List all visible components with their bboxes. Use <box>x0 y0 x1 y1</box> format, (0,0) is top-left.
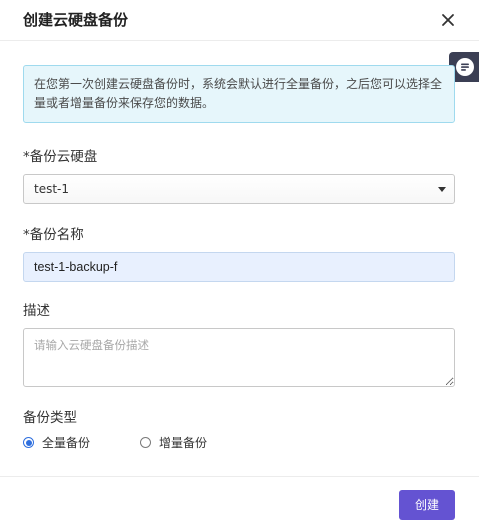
dialog-footer: 创建 <box>0 476 479 532</box>
close-icon <box>442 14 454 26</box>
create-volume-backup-dialog: 创建云硬盘备份 在您第一次创建云硬盘备份时，系统会默认进行全量备份，之后您可以选… <box>0 0 479 532</box>
description-textarea[interactable] <box>23 328 455 387</box>
dialog-title: 创建云硬盘备份 <box>23 11 129 29</box>
volume-label: *备份云硬盘 <box>23 149 98 165</box>
backup-type-label: 备份类型 <box>23 410 77 426</box>
volume-select[interactable]: test-1 <box>23 174 455 204</box>
chat-bubble-icon <box>456 58 474 76</box>
radio-unchecked-icon <box>140 437 151 448</box>
radio-checked-icon <box>23 437 34 448</box>
dialog-header: 创建云硬盘备份 <box>0 0 479 41</box>
backup-name-label: *备份名称 <box>23 227 84 243</box>
radio-incremental-backup-label: 增量备份 <box>159 436 208 450</box>
description-label: 描述 <box>23 303 50 319</box>
create-button[interactable]: 创建 <box>399 490 455 520</box>
backup-name-input[interactable] <box>23 252 455 282</box>
close-button[interactable] <box>437 9 459 31</box>
info-alert: 在您第一次创建云硬盘备份时，系统会默认进行全量备份，之后您可以选择全量或者增量备… <box>23 65 455 123</box>
volume-select-value: test-1 <box>34 182 70 196</box>
radio-full-backup-label: 全量备份 <box>42 436 91 450</box>
caret-down-icon <box>438 187 446 192</box>
